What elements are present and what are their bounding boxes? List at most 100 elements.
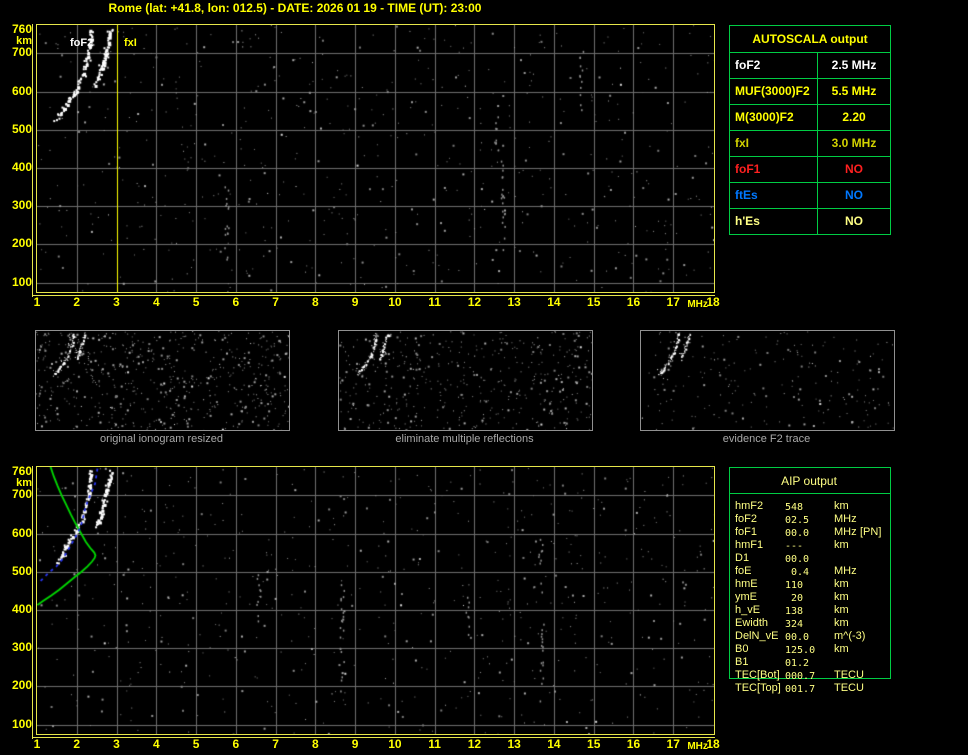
aip-header-divider (729, 493, 890, 494)
thumbnail-multiple-reflections (338, 330, 593, 431)
x-axis-tick-2-mhz: 2 (64, 296, 90, 308)
aip-param-hmf2: hmF2 (735, 500, 763, 513)
x-axis-tick-11-mhz: 11 (422, 738, 448, 750)
aip-row-hme: hmE110km (729, 578, 892, 591)
aip-param-b0: B0 (735, 643, 748, 656)
autoscala-param-muf3000f2: MUF(3000)F2 (730, 79, 818, 104)
aip-param-tectop: TEC[Top] (735, 682, 781, 695)
aip-unit-hmf2: km (834, 500, 849, 513)
autoscala-row-ftes: ftEsNO (730, 183, 890, 209)
aip-param-hmf1: hmF1 (735, 539, 763, 552)
aip-row-fof1: foF100.0MHz[PN] (729, 526, 892, 539)
thumbnail-original-ionogram (35, 330, 290, 431)
aip-param-d1: D1 (735, 552, 749, 565)
autoscala-value-fxi: 3.0 MHz (818, 131, 890, 156)
ionogram-canvas-top (37, 25, 714, 292)
aip-param-fof2: foF2 (735, 513, 757, 526)
aip-unit-hme: km (834, 578, 849, 591)
plot-outer-axis-left (32, 466, 33, 739)
y-axis-unit-km: km (2, 36, 32, 47)
aip-row-hmf2: hmF2548km (729, 500, 892, 513)
x-axis-tick-7-mhz: 7 (263, 296, 289, 308)
aip-row-yme: ymE 20km (729, 591, 892, 604)
aip-param-ewidth: Ewidth (735, 617, 768, 630)
x-axis-tick-12-mhz: 12 (461, 296, 487, 308)
plot-outer-axis-bottom (32, 737, 715, 738)
aip-param-hme: hmE (735, 578, 758, 591)
thumbnail-caption-f2trace: evidence F2 trace (639, 433, 894, 445)
x-axis-tick-9-mhz: 9 (342, 296, 368, 308)
y-axis-tick-200-km: 200 (2, 237, 32, 249)
x-axis-unit-mhz: MHz (687, 742, 708, 752)
autoscala-row-fxi: fxI3.0 MHz (730, 131, 890, 157)
plot-outer-axis-bottom (32, 295, 715, 296)
x-axis-tick-7-mhz: 7 (263, 738, 289, 750)
fxI-annotation: fxI (124, 38, 137, 49)
aip-row-hmf1: hmF1---km (729, 539, 892, 552)
aip-param-tecbot: TEC[Bot] (735, 669, 780, 682)
x-axis-tick-5-mhz: 5 (183, 738, 209, 750)
thumbnail-canvas-f2trace (641, 331, 894, 430)
window-title: Rome (lat: +41.8, lon: 012.5) - DATE: 20… (0, 1, 590, 15)
aip-unit-hmf1: km (834, 539, 849, 552)
x-axis-tick-16-mhz: 16 (620, 738, 646, 750)
x-axis-tick-11-mhz: 11 (422, 296, 448, 308)
aip-row-b1: B101.2 (729, 656, 892, 669)
x-axis-tick-17-mhz: 17 (660, 738, 686, 750)
thumbnail-canvas-reflections (339, 331, 592, 430)
aip-unit-tecbot: TECU (834, 669, 864, 682)
autoscala-window: Rome (lat: +41.8, lon: 012.5) - DATE: 20… (0, 0, 968, 755)
x-axis-tick-16-mhz: 16 (620, 296, 646, 308)
autoscala-value-hes: NO (818, 209, 890, 234)
autoscala-row-hes: h'EsNO (730, 209, 890, 234)
aip-unit-hve: km (834, 604, 849, 617)
aip-param-yme: ymE (735, 591, 757, 604)
x-axis-tick-4-mhz: 4 (143, 738, 169, 750)
aip-row-ewidth: Ewidth324km (729, 617, 892, 630)
ionogram-plot-top: foF2 fxI (36, 24, 715, 293)
aip-param-hve: h_vE (735, 604, 760, 617)
y-axis-tick-700-km: 700 (2, 488, 32, 500)
aip-param-delnve: DelN_vE (735, 630, 778, 643)
x-axis-tick-1-mhz: 1 (24, 738, 50, 750)
x-axis-tick-15-mhz: 15 (581, 738, 607, 750)
autoscala-row-m3000f2: M(3000)F22.20 (730, 105, 890, 131)
aip-unit-b0: km (834, 643, 849, 656)
autoscala-value-ftes: NO (818, 183, 890, 208)
x-axis-tick-2-mhz: 2 (64, 738, 90, 750)
aip-table-header: AIP output (729, 474, 889, 488)
foF2-annotation: foF2 (70, 38, 93, 49)
x-axis-tick-13-mhz: 13 (501, 738, 527, 750)
plot-outer-axis-left (32, 24, 33, 297)
aip-row-delnve: DelN_vE00.0m^(-3) (729, 630, 892, 643)
y-axis-tick-760-km: 760 (2, 23, 32, 35)
aip-extra-fof1: [PN] (860, 526, 881, 539)
autoscala-value-fof2: 2.5 MHz (818, 53, 890, 78)
x-axis-tick-3-mhz: 3 (104, 296, 130, 308)
thumbnail-canvas-original (36, 331, 289, 430)
autoscala-param-fof2: foF2 (730, 53, 818, 78)
x-axis-unit-mhz: MHz (687, 300, 708, 310)
autoscala-row-muf3000f2: MUF(3000)F25.5 MHz (730, 79, 890, 105)
autoscala-value-muf3000f2: 5.5 MHz (818, 79, 890, 104)
aip-output-table: AIP output hmF2548kmfoF202.5MHzfoF100.0M… (729, 467, 892, 703)
x-axis-tick-14-mhz: 14 (541, 738, 567, 750)
autoscala-value-m3000f2: 2.20 (818, 105, 890, 130)
aip-row-tectop: TEC[Top]001.7TECU (729, 682, 892, 695)
x-axis-tick-8-mhz: 8 (302, 738, 328, 750)
aip-unit-delnve: m^(-3) (834, 630, 865, 643)
x-axis-tick-15-mhz: 15 (581, 296, 607, 308)
x-axis-tick-4-mhz: 4 (143, 296, 169, 308)
autoscala-row-fof1: foF1NO (730, 157, 890, 183)
x-axis-tick-12-mhz: 12 (461, 738, 487, 750)
aip-unit-yme: km (834, 591, 849, 604)
aip-unit-foe: MHz (834, 565, 857, 578)
x-axis-tick-9-mhz: 9 (342, 738, 368, 750)
aip-unit-tectop: TECU (834, 682, 864, 695)
autoscala-param-m3000f2: M(3000)F2 (730, 105, 818, 130)
x-axis-tick-6-mhz: 6 (223, 296, 249, 308)
thumbnail-caption-reflections: eliminate multiple reflections (337, 433, 592, 445)
x-axis-tick-6-mhz: 6 (223, 738, 249, 750)
y-axis-tick-400-km: 400 (2, 603, 32, 615)
aip-row-tecbot: TEC[Bot]000.7TECU (729, 669, 892, 682)
